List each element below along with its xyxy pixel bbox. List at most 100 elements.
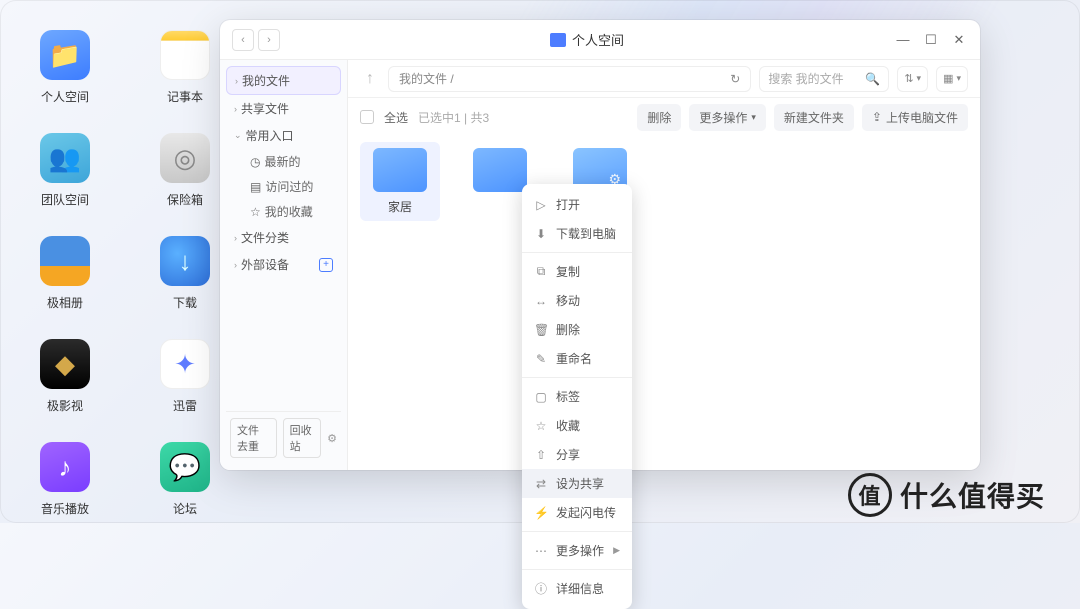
gallery-icon	[40, 236, 90, 286]
breadcrumb[interactable]: 我的文件 / ↻	[388, 66, 751, 92]
sidebar-sub-favorites[interactable]: ☆我的收藏	[244, 199, 341, 224]
star-icon: ☆	[534, 419, 548, 433]
select-all-label: 全选	[384, 109, 408, 126]
search-input[interactable]: 搜索 我的文件 🔍	[759, 66, 889, 92]
selection-status: 已选中1 | 共3	[418, 109, 489, 126]
ctx-delete[interactable]: 🗑删除	[522, 315, 632, 344]
file-item[interactable]: 家居	[360, 142, 440, 221]
desktop-icon-forum[interactable]: 💬论坛	[150, 442, 220, 517]
more-icon: ⋯	[534, 544, 548, 558]
sidebar-item-quick[interactable]: ⌄常用入口	[226, 122, 341, 149]
search-placeholder: 搜索 我的文件	[768, 70, 843, 87]
safe-icon: ◎	[160, 133, 210, 183]
clock-icon: ◷	[250, 155, 260, 169]
search-icon: 🔍	[865, 72, 880, 86]
open-icon: ▷	[534, 198, 548, 212]
file-manager-window: ‹ › 个人空间 — ☐ ✕ ›我的文件 ›共享文件 ⌄常用入口 ◷最新的 ▤访…	[220, 20, 980, 470]
ctx-rename[interactable]: ✎重命名	[522, 344, 632, 373]
forum-icon: 💬	[160, 442, 210, 492]
folder-icon	[550, 33, 566, 47]
download-icon: ⬇	[534, 227, 548, 241]
info-icon: ⓘ	[534, 580, 548, 597]
titlebar: ‹ › 个人空间 — ☐ ✕	[220, 20, 980, 60]
desktop-icon-personal-space[interactable]: 📁个人空间	[30, 30, 100, 105]
dedup-button[interactable]: 文件去重	[230, 418, 277, 458]
ctx-open[interactable]: ▷打开	[522, 190, 632, 219]
up-button[interactable]: ↑	[360, 70, 380, 88]
folder-icon	[473, 148, 527, 192]
video-icon: ◆	[40, 339, 90, 389]
copy-icon: ⧉	[534, 264, 548, 279]
team-folder-icon: 👥	[40, 133, 90, 183]
desktop-icon-gallery[interactable]: 极相册	[30, 236, 100, 311]
set-share-icon: ⇄	[534, 477, 548, 491]
select-all-checkbox[interactable]	[360, 110, 374, 124]
add-device-button[interactable]: +	[319, 258, 333, 272]
chevron-right-icon: ›	[234, 233, 237, 243]
desktop-icon-music[interactable]: ♪音乐播放	[30, 442, 100, 517]
desktop-icon-safe[interactable]: ◎保险箱	[150, 133, 220, 208]
notepad-icon	[160, 30, 210, 80]
history-icon: ▤	[250, 180, 261, 194]
folder-icon	[373, 148, 427, 192]
sort-button[interactable]: ⇅▾	[897, 66, 928, 92]
upload-icon: ⇪	[872, 110, 882, 124]
sidebar-item-categories[interactable]: ›文件分类	[226, 224, 341, 251]
ctx-favorite[interactable]: ☆收藏	[522, 411, 632, 440]
share-icon: ⇧	[534, 448, 548, 462]
rename-icon: ✎	[534, 352, 548, 366]
flash-icon: ⚡	[534, 506, 548, 520]
desktop-icon-team-space[interactable]: 👥团队空间	[30, 133, 100, 208]
desktop-icon-notepad[interactable]: 记事本	[150, 30, 220, 105]
star-icon: ☆	[250, 205, 261, 219]
more-actions-button[interactable]: 更多操作▾	[689, 104, 766, 131]
xunlei-icon: ✦	[160, 339, 210, 389]
chevron-right-icon: ›	[234, 260, 237, 270]
ctx-tag[interactable]: ▢标签	[522, 382, 632, 411]
watermark-icon: 值	[848, 473, 892, 517]
upload-button[interactable]: ⇪上传电脑文件	[862, 104, 968, 131]
chevron-right-icon: ▶	[613, 545, 620, 556]
chevron-right-icon: ›	[234, 104, 237, 114]
actionbar: 全选 已选中1 | 共3 删除 更多操作▾ 新建文件夹 ⇪上传电脑文件	[348, 98, 980, 136]
ctx-more[interactable]: ⋯更多操作▶	[522, 536, 632, 565]
desktop-icon-download[interactable]: ↓下载	[150, 236, 220, 311]
trash-button[interactable]: 回收站	[283, 418, 321, 458]
watermark: 值 什么值得买	[848, 455, 1080, 535]
ctx-set-share[interactable]: ⇄设为共享	[522, 469, 632, 498]
refresh-button[interactable]: ↻	[730, 72, 740, 86]
toolbar: ↑ 我的文件 / ↻ 搜索 我的文件 🔍 ⇅▾ ▦▾	[348, 60, 980, 98]
desktop-icon-xunlei[interactable]: ✦迅雷	[150, 339, 220, 414]
sidebar-item-external[interactable]: ›外部设备+	[226, 251, 341, 278]
close-button[interactable]: ✕	[950, 31, 968, 49]
minimize-button[interactable]: —	[894, 31, 912, 49]
sidebar-sub-visited[interactable]: ▤访问过的	[244, 174, 341, 199]
sidebar-item-my-files[interactable]: ›我的文件	[226, 66, 341, 95]
sidebar-item-shared[interactable]: ›共享文件	[226, 95, 341, 122]
new-folder-button[interactable]: 新建文件夹	[774, 104, 854, 131]
folder-icon: 📁	[40, 30, 90, 80]
desktop-icons: 📁个人空间 👥团队空间 极相册 ◆极影视 ♪音乐播放 记事本 ◎保险箱 ↓下载 …	[30, 30, 220, 517]
maximize-button[interactable]: ☐	[922, 31, 940, 49]
nav-forward-button[interactable]: ›	[258, 29, 280, 51]
ctx-share[interactable]: ⇧分享	[522, 440, 632, 469]
chevron-right-icon: ›	[235, 76, 238, 86]
tag-icon: ▢	[534, 390, 548, 404]
chevron-down-icon: ▾	[751, 112, 756, 123]
view-button[interactable]: ▦▾	[936, 66, 968, 92]
globe-download-icon: ↓	[160, 236, 210, 286]
file-grid: 家居 mars	[348, 136, 980, 470]
window-title: 个人空间	[280, 30, 894, 49]
settings-button[interactable]: ⚙	[327, 432, 337, 445]
context-menu: ▷打开 ⬇下载到电脑 ⧉复制 ↔移动 🗑删除 ✎重命名 ▢标签 ☆收藏 ⇧分享 …	[522, 184, 632, 609]
ctx-download[interactable]: ⬇下载到电脑	[522, 219, 632, 248]
move-icon: ↔	[534, 294, 548, 308]
ctx-info[interactable]: ⓘ详细信息	[522, 574, 632, 603]
sidebar-sub-recent[interactable]: ◷最新的	[244, 149, 341, 174]
nav-back-button[interactable]: ‹	[232, 29, 254, 51]
delete-button[interactable]: 删除	[637, 104, 681, 131]
music-icon: ♪	[40, 442, 90, 492]
ctx-copy[interactable]: ⧉复制	[522, 257, 632, 286]
desktop-icon-video[interactable]: ◆极影视	[30, 339, 100, 414]
ctx-move[interactable]: ↔移动	[522, 286, 632, 315]
